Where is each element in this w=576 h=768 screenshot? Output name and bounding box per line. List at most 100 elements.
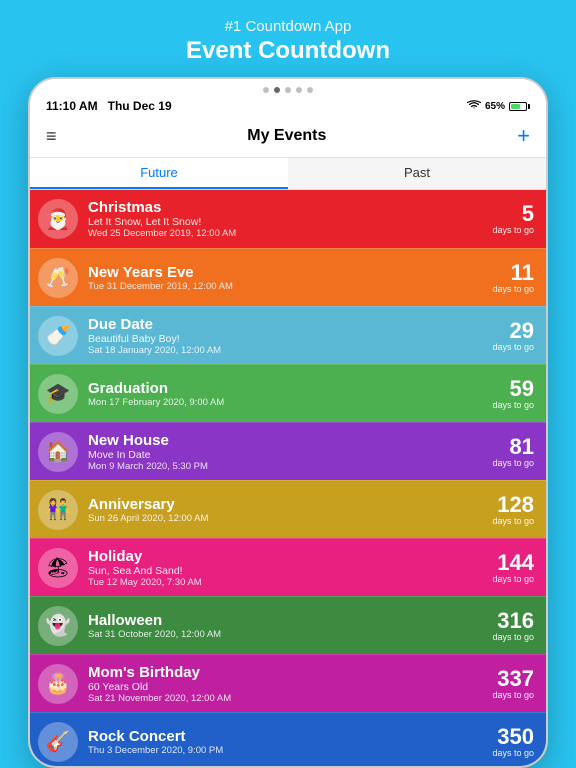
event-icon: 🎅 [38, 199, 78, 239]
nav-bar: ≡ My Events + [30, 119, 546, 158]
event-item[interactable]: 🥂 New Years Eve Tue 31 December 2019, 12… [30, 248, 546, 306]
event-countdown: 316 days to go [492, 610, 534, 642]
status-right-icons: 65% [467, 100, 530, 113]
tab-future[interactable]: Future [30, 158, 288, 189]
event-date: Thu 3 December 2020, 9:00 PM [88, 745, 484, 756]
event-name: New Years Eve [88, 264, 484, 281]
wifi-icon [467, 100, 481, 113]
event-item[interactable]: 🎅 Christmas Let It Snow, Let It Snow! We… [30, 190, 546, 248]
event-days-label: days to go [492, 458, 534, 468]
event-date: Sat 18 January 2020, 12:00 AM [88, 345, 484, 356]
nav-title: My Events [247, 127, 326, 145]
event-days-label: days to go [492, 748, 534, 758]
event-date: Sat 31 October 2020, 12:00 AM [88, 629, 484, 640]
event-days: 11 [492, 262, 534, 284]
event-icon: 🎓 [38, 374, 78, 414]
event-icon: 🎸 [38, 722, 78, 762]
event-countdown: 59 days to go [492, 378, 534, 410]
event-info: Rock Concert Thu 3 December 2020, 9:00 P… [88, 728, 484, 756]
status-time: 11:10 AM Thu Dec 19 [46, 99, 172, 113]
event-info: Graduation Mon 17 February 2020, 9:00 AM [88, 380, 484, 408]
event-subtitle: Beautiful Baby Boy! [88, 333, 484, 345]
event-days: 337 [492, 668, 534, 690]
status-bar: 11:10 AM Thu Dec 19 65% [30, 79, 546, 119]
event-subtitle: Let It Snow, Let It Snow! [88, 216, 484, 228]
tab-past[interactable]: Past [288, 158, 546, 189]
event-subtitle: 60 Years Old [88, 681, 484, 693]
event-countdown: 128 days to go [492, 494, 534, 526]
event-days: 144 [492, 552, 534, 574]
app-header: #1 Countdown App Event Countdown [186, 0, 390, 77]
event-date: Tue 12 May 2020, 7:30 AM [88, 577, 484, 588]
event-info: Christmas Let It Snow, Let It Snow! Wed … [88, 199, 484, 239]
event-days: 81 [492, 436, 534, 458]
event-days-label: days to go [492, 516, 534, 526]
event-item[interactable]: 🎂 Mom's Birthday 60 Years Old Sat 21 Nov… [30, 654, 546, 712]
add-event-button[interactable]: + [517, 123, 530, 149]
event-name: Halloween [88, 612, 484, 629]
event-subtitle: Move In Date [88, 449, 484, 461]
app-subtitle: #1 Countdown App [186, 18, 390, 35]
event-item[interactable]: 👫 Anniversary Sun 26 April 2020, 12:00 A… [30, 480, 546, 538]
event-item[interactable]: 🎓 Graduation Mon 17 February 2020, 9:00 … [30, 364, 546, 422]
event-icon: 🏖 [38, 548, 78, 588]
event-name: New House [88, 432, 484, 449]
event-icon: 🍼 [38, 316, 78, 356]
event-name: Due Date [88, 316, 484, 333]
event-date: Sat 21 November 2020, 12:00 AM [88, 693, 484, 704]
event-countdown: 29 days to go [492, 320, 534, 352]
event-name: Anniversary [88, 496, 484, 513]
event-days-label: days to go [492, 342, 534, 352]
event-countdown: 11 days to go [492, 262, 534, 294]
event-date: Tue 31 December 2019, 12:00 AM [88, 281, 484, 292]
event-name: Rock Concert [88, 728, 484, 745]
event-days-label: days to go [492, 400, 534, 410]
event-days: 128 [492, 494, 534, 516]
event-icon: 👫 [38, 490, 78, 530]
event-date: Mon 9 March 2020, 5:30 PM [88, 461, 484, 472]
battery-icon [509, 102, 530, 111]
event-countdown: 81 days to go [492, 436, 534, 468]
events-list: 🎅 Christmas Let It Snow, Let It Snow! We… [30, 190, 546, 766]
event-countdown: 144 days to go [492, 552, 534, 584]
event-item[interactable]: 🍼 Due Date Beautiful Baby Boy! Sat 18 Ja… [30, 306, 546, 364]
tab-bar: Future Past [30, 158, 546, 190]
event-info: New Years Eve Tue 31 December 2019, 12:0… [88, 264, 484, 292]
event-icon: 🥂 [38, 258, 78, 298]
event-item[interactable]: 🏖 Holiday Sun, Sea And Sand! Tue 12 May … [30, 538, 546, 596]
event-days: 5 [492, 203, 534, 225]
event-days-label: days to go [492, 690, 534, 700]
event-subtitle: Sun, Sea And Sand! [88, 565, 484, 577]
event-date: Wed 25 December 2019, 12:00 AM [88, 228, 484, 239]
event-days-label: days to go [492, 284, 534, 294]
event-item[interactable]: 👻 Halloween Sat 31 October 2020, 12:00 A… [30, 596, 546, 654]
event-info: Halloween Sat 31 October 2020, 12:00 AM [88, 612, 484, 640]
event-info: New House Move In Date Mon 9 March 2020,… [88, 432, 484, 472]
event-name: Graduation [88, 380, 484, 397]
event-info: Due Date Beautiful Baby Boy! Sat 18 Janu… [88, 316, 484, 356]
event-date: Sun 26 April 2020, 12:00 AM [88, 513, 484, 524]
event-name: Christmas [88, 199, 484, 216]
event-countdown: 337 days to go [492, 668, 534, 700]
app-title: Event Countdown [186, 37, 390, 65]
event-days-label: days to go [492, 632, 534, 642]
event-countdown: 5 days to go [492, 203, 534, 235]
event-info: Mom's Birthday 60 Years Old Sat 21 Novem… [88, 664, 484, 704]
event-icon: 🎂 [38, 664, 78, 704]
event-info: Anniversary Sun 26 April 2020, 12:00 AM [88, 496, 484, 524]
event-countdown: 350 days to go [492, 726, 534, 758]
device-frame: 11:10 AM Thu Dec 19 65% ≡ My Ev [28, 77, 548, 768]
event-info: Holiday Sun, Sea And Sand! Tue 12 May 20… [88, 548, 484, 588]
event-name: Mom's Birthday [88, 664, 484, 681]
event-days: 59 [492, 378, 534, 400]
event-item[interactable]: 🏠 New House Move In Date Mon 9 March 202… [30, 422, 546, 480]
event-icon: 👻 [38, 606, 78, 646]
event-item[interactable]: 🎸 Rock Concert Thu 3 December 2020, 9:00… [30, 712, 546, 766]
page-dots [263, 87, 313, 93]
hamburger-menu[interactable]: ≡ [46, 126, 57, 147]
battery-percent: 65% [485, 101, 505, 112]
event-days: 316 [492, 610, 534, 632]
event-days: 29 [492, 320, 534, 342]
event-days: 350 [492, 726, 534, 748]
event-days-label: days to go [492, 574, 534, 584]
